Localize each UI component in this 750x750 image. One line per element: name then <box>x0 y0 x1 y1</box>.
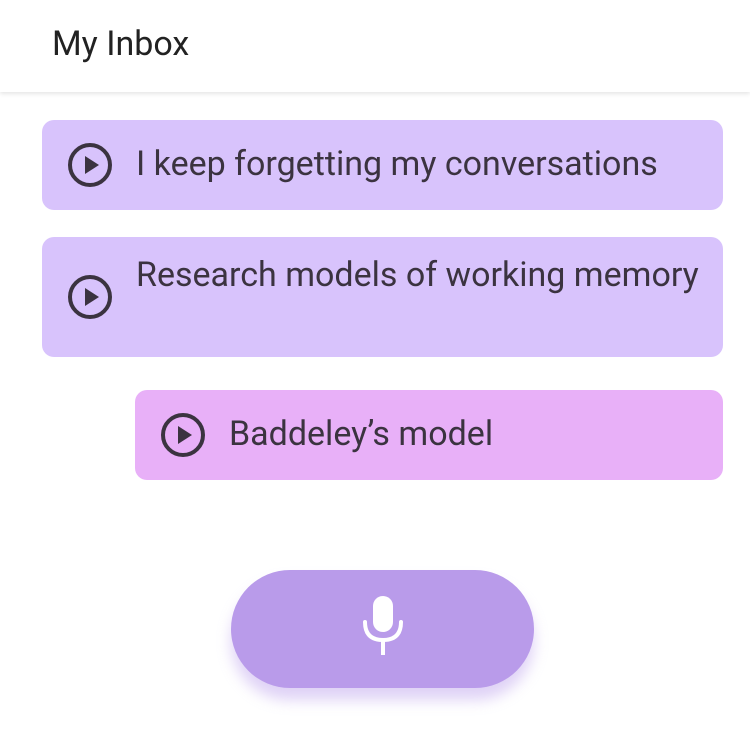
message-text: Baddeley’s model <box>229 414 494 454</box>
play-circle-icon[interactable] <box>65 272 115 322</box>
message-item[interactable]: I keep forgetting my conversations <box>42 120 723 210</box>
message-text: I keep forgetting my conversations <box>136 144 658 184</box>
play-circle-icon[interactable] <box>65 140 115 190</box>
record-button[interactable] <box>231 570 534 688</box>
microphone-icon <box>363 596 403 655</box>
app-bar: My Inbox <box>0 0 750 92</box>
message-item[interactable]: Research models of working memory <box>42 237 723 357</box>
play-circle-icon[interactable] <box>158 410 208 460</box>
reply-message-item[interactable]: Baddeley’s model <box>135 390 723 480</box>
page-title: My Inbox <box>52 24 190 64</box>
message-text: Research models of working memory <box>136 255 699 295</box>
